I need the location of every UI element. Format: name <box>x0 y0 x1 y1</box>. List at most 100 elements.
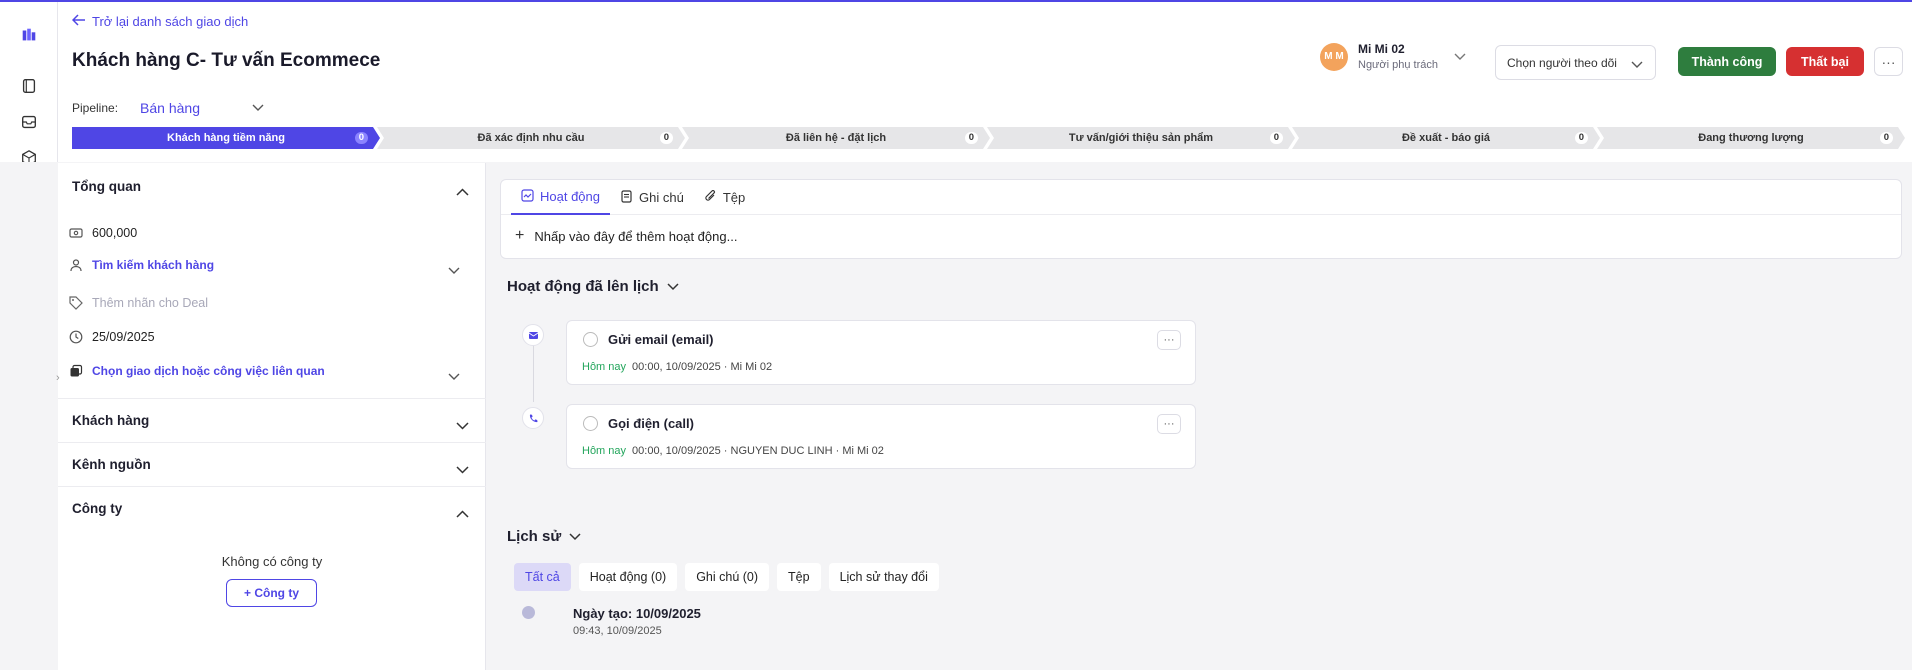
complete-checkbox[interactable] <box>583 332 598 347</box>
history-filter-activities[interactable]: Hoạt động (0) <box>578 563 678 591</box>
tab-label: Ghi chú <box>639 190 684 205</box>
today-label: Hôm nay <box>582 445 627 457</box>
person-icon <box>68 257 84 273</box>
note-icon <box>620 189 633 206</box>
no-company-text: Không có công ty <box>221 554 323 569</box>
history-filters: Tất cả Hoạt động (0) Ghi chú (0) Tệp Lịc… <box>514 563 939 591</box>
chevron-down-icon[interactable] <box>448 262 460 280</box>
today-label: Hôm nay <box>582 361 627 373</box>
amount-row[interactable]: 600,000 <box>68 225 137 241</box>
history-filter-all[interactable]: Tất cả <box>514 563 571 591</box>
tab-activities[interactable]: Hoạt động <box>511 180 610 215</box>
paperclip-icon <box>704 189 717 206</box>
chevron-down-icon <box>1631 58 1643 72</box>
stage-label: Đang thương lượng <box>1698 132 1804 144</box>
activity-title: Gọi điện (call) <box>608 416 694 431</box>
stage-count: 0 <box>1575 132 1588 144</box>
date-row[interactable]: 25/09/2025 <box>68 329 155 345</box>
clock-icon <box>68 329 84 345</box>
close-date: 25/09/2025 <box>92 330 155 344</box>
customer-search-row[interactable]: Tìm kiếm khách hàng <box>68 257 214 273</box>
plus-icon: + <box>515 227 525 244</box>
chevron-down-icon <box>569 528 581 545</box>
arrow-left-icon <box>71 14 86 29</box>
back-link-label: Trở lại danh sách giao dịch <box>92 14 249 29</box>
section-divider <box>58 442 486 443</box>
stage-label: Đề xuất - báo giá <box>1401 132 1491 144</box>
tag-placeholder: Thêm nhãn cho Deal <box>92 296 209 310</box>
stage-step[interactable]: Khách hàng tiềm năng 0 <box>72 127 380 149</box>
stage-step[interactable]: Đề xuất - báo giá 0 <box>1292 127 1600 149</box>
chevron-up-icon[interactable] <box>456 183 469 201</box>
stage-label: Khách hàng tiềm năng <box>167 132 285 144</box>
stage-label: Tư vấn/giới thiệu sản phẩm <box>1068 132 1214 144</box>
chevron-up-icon[interactable] <box>456 505 469 523</box>
chevron-right-icon[interactable]: › <box>56 372 60 384</box>
activity-composer: Hoạt động Ghi chú Tệp + Nhấp vào đây để … <box>500 179 1902 259</box>
add-company-button[interactable]: + Công ty <box>226 579 317 607</box>
stage-count: 0 <box>1880 132 1893 144</box>
stage-count: 0 <box>355 132 368 144</box>
scheduled-activities-header[interactable]: Hoạt động đã lên lịch <box>507 278 679 295</box>
owner-avatar: M M <box>1320 42 1348 71</box>
add-activity-placeholder: Nhấp vào đây để thêm hoạt động... <box>534 228 738 244</box>
related-row[interactable]: Chọn giao dịch hoặc công việc liên quan <box>68 363 325 379</box>
chevron-down-icon <box>667 278 679 295</box>
add-activity-input[interactable]: + Nhấp vào đây để thêm hoạt động... <box>501 215 1901 257</box>
activity-more-button[interactable]: ··· <box>1157 330 1181 350</box>
related-tasks-icon <box>68 363 84 379</box>
overview-section-title[interactable]: Tổng quan <box>72 179 141 194</box>
scheduled-activity-card[interactable]: Gửi email (email) Hôm nay 00:00, 10/09/20… <box>566 320 1196 385</box>
stage-count: 0 <box>1270 132 1283 144</box>
chevron-down-icon <box>252 101 264 115</box>
stage-label: Đã xác định nhu cầu <box>477 132 585 144</box>
tab-notes[interactable]: Ghi chú <box>610 180 694 215</box>
chevron-down-icon[interactable] <box>456 461 469 479</box>
scheduled-activity-card[interactable]: Gọi điện (call) Hôm nay 00:00, 10/09/2025… <box>566 404 1196 469</box>
customer-section-title[interactable]: Khách hàng <box>72 413 149 428</box>
mark-won-button[interactable]: Thành công <box>1678 47 1776 76</box>
follower-select[interactable]: Chọn người theo dõi <box>1495 45 1656 80</box>
back-to-list-link[interactable]: Trở lại danh sách giao dịch <box>71 14 249 29</box>
book-icon[interactable] <box>18 75 40 97</box>
activity-meta: Hôm nay 00:00, 10/09/2025 · NGUYEN DUC LI… <box>582 445 884 457</box>
deal-title: Khách hàng C- Tư vấn Ecommece <box>72 50 381 71</box>
pipeline-value: Bán hàng <box>140 100 200 116</box>
stage-step[interactable]: Đã xác định nhu cầu 0 <box>377 127 685 149</box>
history-header[interactable]: Lịch sử <box>507 528 581 545</box>
chevron-down-icon[interactable] <box>456 417 469 435</box>
history-filter-files[interactable]: Tệp <box>777 563 821 591</box>
history-title: Lịch sử <box>507 528 562 545</box>
company-logo-icon[interactable] <box>18 24 40 46</box>
stage-step[interactable]: Tư vấn/giới thiệu sản phẩm 0 <box>987 127 1295 149</box>
source-section-title[interactable]: Kênh nguồn <box>72 457 151 472</box>
stage-step[interactable]: Đang thương lượng 0 <box>1597 127 1905 149</box>
section-divider <box>58 398 486 399</box>
chevron-down-icon[interactable] <box>448 368 460 386</box>
follower-select-placeholder: Chọn người theo dõi <box>1507 55 1617 70</box>
company-section-title[interactable]: Công ty <box>72 501 122 516</box>
history-filter-notes[interactable]: Ghi chú (0) <box>685 563 770 591</box>
stage-step[interactable]: Đã liên hệ - đặt lịch 0 <box>682 127 990 149</box>
related-deals-link: Chọn giao dịch hoặc công việc liên quan <box>92 364 325 378</box>
chevron-down-icon <box>1454 48 1466 66</box>
activity-time-owner: 00:00, 10/09/2025 · Mi Mi 02 <box>632 361 773 373</box>
activity-icon <box>521 188 534 205</box>
tab-files[interactable]: Tệp <box>694 180 755 215</box>
deal-amount: 600,000 <box>92 226 138 240</box>
inbox-icon[interactable] <box>18 111 40 133</box>
phone-icon <box>522 407 544 429</box>
tag-row[interactable]: Thêm nhãn cho Deal <box>68 295 208 311</box>
activity-more-button[interactable]: ··· <box>1157 414 1181 434</box>
owner-name: Mi Mi 02 <box>1358 42 1405 56</box>
pipeline-selector[interactable]: Pipeline: Bán hàng <box>72 100 264 116</box>
history-entry-title: Ngày tạo: 10/09/2025 <box>573 606 701 621</box>
section-divider <box>58 486 486 487</box>
more-options-button[interactable]: ··· <box>1874 47 1903 76</box>
deal-detail-panel: Tổng quan 600,000 Tìm kiếm khách hàng Th… <box>58 163 486 670</box>
stage-count: 0 <box>660 132 673 144</box>
deal-owner[interactable]: M M Mi Mi 02 Người phụ trách <box>1320 42 1466 71</box>
mark-lost-button[interactable]: Thất bại <box>1786 47 1864 76</box>
history-filter-changelog[interactable]: Lịch sử thay đổi <box>828 563 939 591</box>
complete-checkbox[interactable] <box>583 416 598 431</box>
